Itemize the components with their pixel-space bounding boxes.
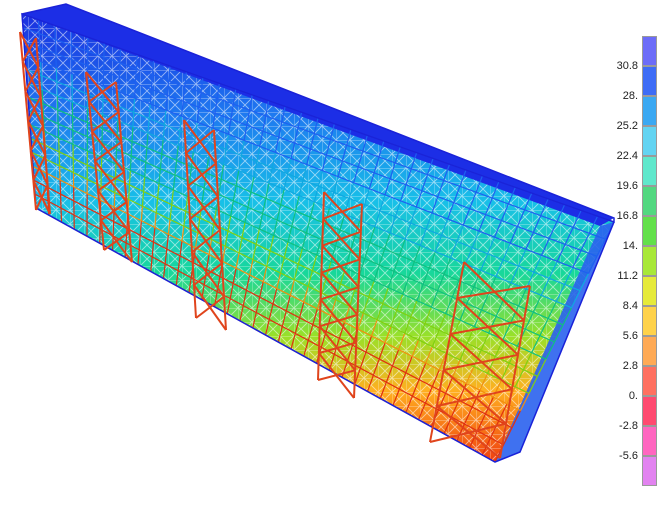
frame-column [132, 112, 135, 127]
frame-column [40, 61, 42, 76]
legend-swatch [642, 246, 657, 276]
legend-label: 19.6 [616, 180, 638, 192]
legend-label: 5.6 [622, 330, 638, 342]
brace-member [358, 231, 362, 260]
frame-column [41, 89, 44, 104]
frame-column [112, 221, 115, 236]
brace-member [354, 342, 358, 371]
legend-swatch [642, 426, 657, 456]
frame-column [116, 120, 119, 136]
legend-swatch [642, 66, 657, 96]
brace-member [321, 218, 325, 246]
brace-member [319, 272, 323, 300]
frame-column [133, 83, 137, 98]
frame-column [118, 63, 121, 78]
contour-legend: 30.8 28. 25.2 22.4 19.6 16.8 14. 11.2 8.4 5.6 2.8 0… [600, 36, 664, 500]
frame-column [134, 68, 137, 84]
legend-label: 16.8 [616, 210, 638, 222]
legend-swatch [642, 186, 657, 216]
brace-member [356, 287, 360, 315]
frame-column [128, 184, 131, 200]
brace-member [357, 259, 361, 288]
legend-label: 14. [622, 240, 638, 252]
legend-swatch [642, 366, 657, 396]
legend-label: 0. [628, 390, 638, 402]
brace-member [317, 326, 321, 354]
frame-column [119, 48, 122, 64]
legend-label: 2.8 [622, 360, 638, 372]
frame-column [113, 192, 116, 208]
frame-column [129, 155, 132, 171]
frame-column [133, 97, 136, 113]
frame-column [128, 170, 131, 185]
legend-swatch [642, 396, 657, 426]
frame-column [135, 54, 138, 69]
frame-column [118, 77, 121, 92]
brace-member [317, 353, 320, 381]
legend-swatch [642, 156, 657, 186]
structure-model-view[interactable] [0, 0, 664, 513]
frame-column [130, 141, 133, 156]
brace-member [359, 203, 363, 232]
legend-swatch [642, 276, 657, 306]
brace-member [320, 245, 324, 273]
legend-swatch [642, 336, 657, 366]
legend-label: 22.4 [616, 150, 638, 162]
legend-swatch [642, 306, 657, 336]
frame-column [131, 126, 134, 142]
brace-member [355, 314, 359, 343]
brace-member [322, 191, 325, 219]
frame-column [37, 19, 40, 34]
legend-swatch [642, 96, 657, 126]
legend-swatch [642, 126, 657, 156]
legend-swatch [642, 216, 657, 246]
frame-column [125, 228, 128, 243]
legend-label: -2.8 [619, 420, 638, 432]
frame-column [114, 163, 117, 179]
legend-label: -5.6 [619, 450, 638, 462]
legend-swatch [642, 456, 657, 486]
frame-column [39, 47, 42, 62]
legend-label: 25.2 [616, 120, 638, 132]
brace-member [353, 370, 357, 399]
legend-swatch [642, 36, 657, 66]
frame-column [113, 207, 115, 222]
legend-label: 28. [622, 90, 638, 102]
frame-column [40, 75, 43, 90]
frame-column [38, 33, 41, 48]
legend-label: 11.2 [617, 270, 638, 282]
legend-label: 8.4 [622, 300, 638, 312]
legend-label: 30.8 [616, 60, 638, 72]
brace-member [318, 299, 322, 327]
